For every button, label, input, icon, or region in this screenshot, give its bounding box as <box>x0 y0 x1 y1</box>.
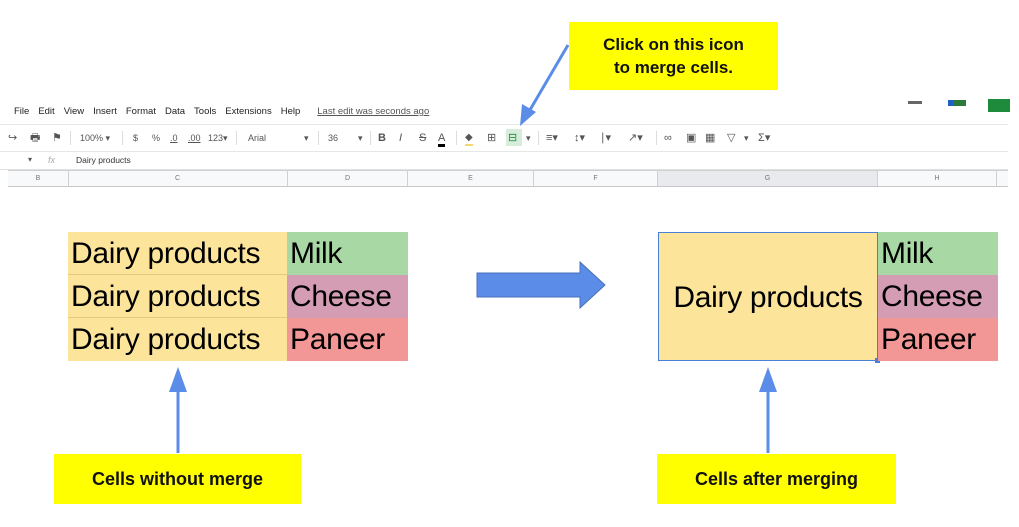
up-arrow-left <box>169 367 187 453</box>
right-arrow-icon <box>476 260 606 310</box>
cells-without-merge-label: Cells without merge <box>54 454 301 504</box>
annotation-arrows <box>169 44 777 453</box>
up-arrow-right <box>759 367 777 453</box>
diagonal-arrow-to-merge-icon <box>520 44 570 126</box>
cells-after-merging-label: Cells after merging <box>657 454 896 504</box>
